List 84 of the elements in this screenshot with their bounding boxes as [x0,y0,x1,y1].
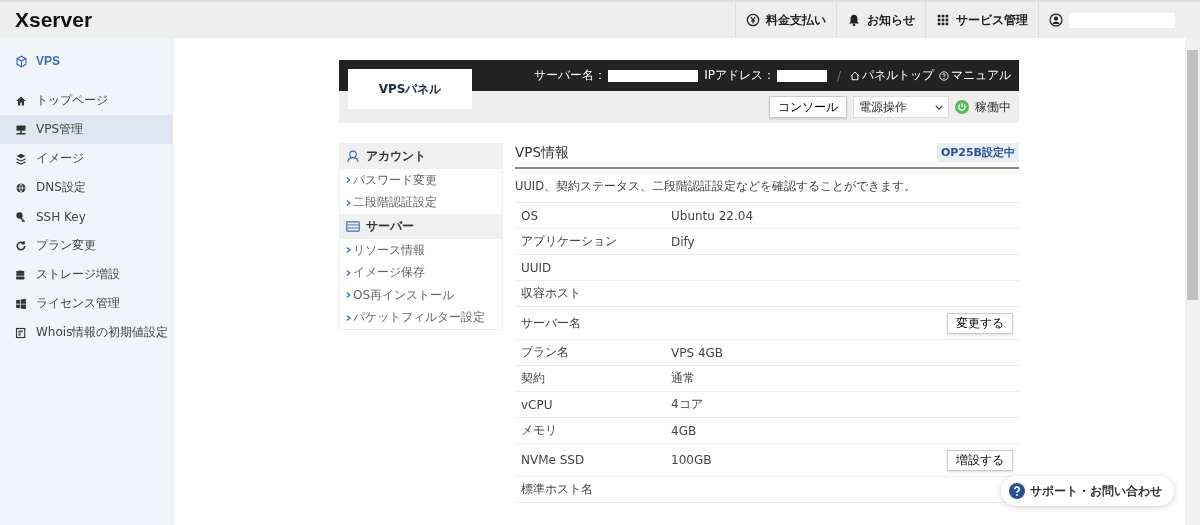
field-label: 収容ホスト [521,285,582,302]
field-label: サーバー名 [521,314,582,332]
field-label: 標準ホスト名 [521,481,594,498]
field-value: 通常 [671,370,695,387]
home-icon [15,94,27,107]
windows-icon [15,297,27,310]
sidebar-item[interactable]: ライセンス管理 [0,289,172,318]
monitor-icon [15,123,27,136]
section-title: VPS情報 [515,143,569,162]
logo[interactable]: Xserver [0,8,93,32]
caret-icon [346,313,351,322]
sidebar-item[interactable]: Whois情報の初期値設定 [0,318,172,347]
status-text: 稼働中 [975,98,1011,116]
field-value: 4GB [671,423,697,438]
menu-link[interactable]: 二段階認証設定 [340,191,502,214]
header-menu-item[interactable]: お知らせ [836,2,925,38]
sidebar-title: VPS [36,54,60,68]
field-value: VPS 4GB [671,345,724,360]
support-button[interactable]: サポート・お問い合わせ [1001,476,1174,506]
caret-icon [346,268,351,277]
header-menu-item[interactable]: 料金支払い [735,2,836,38]
globe-icon [15,181,27,194]
menu-link[interactable]: イメージ保存 [340,261,502,284]
sidebar-item[interactable]: イメージ [0,144,172,173]
bell-icon [847,13,861,27]
panel-link[interactable]: パネルトップ [850,67,934,84]
field-label: OS [521,208,540,223]
menu-link[interactable]: パスワード変更 [340,169,502,192]
row-action-button[interactable]: 増設する [947,449,1013,471]
ip-address-label: IPアドレス： [704,67,775,84]
server-icon [346,220,360,233]
field-label: アプリケーション [521,233,618,250]
menu-link[interactable]: パケットフィルター設定 [340,306,502,329]
server-name-label: サーバー名： [534,67,607,84]
field-label: 契約 [521,370,546,387]
caret-icon [346,246,351,255]
separator: / [836,68,841,83]
row-action-button[interactable]: 変更する [947,312,1013,334]
grid-icon [936,13,950,27]
header-menu-item[interactable]: サービス管理 [925,2,1038,38]
caret-icon [346,198,351,207]
yen-icon [746,13,760,27]
caret-icon [346,176,351,185]
sidebar-item[interactable]: プラン変更 [0,231,172,260]
field-label: プラン名 [521,344,570,361]
scrollbar[interactable] [1185,38,1200,525]
sidebar-item[interactable]: SSH Key [0,202,172,231]
field-value: 4コア [671,396,703,413]
sidebar-item[interactable]: DNS設定 [0,173,172,202]
redacted-field [776,69,827,82]
person-icon [346,150,360,163]
field-label: vCPU [521,397,554,412]
database-icon [15,268,27,281]
help-icon [939,70,949,81]
layers-icon [15,152,27,165]
panel-link[interactable]: マニュアル [939,67,1011,84]
key-icon [15,210,27,223]
panel-title: VPSパネル [348,69,472,109]
field-value: Ubuntu 22.04 [671,208,754,223]
menu-group-header: サーバー [366,218,414,235]
menu-link[interactable]: リソース情報 [340,239,502,262]
home-icon [850,70,860,81]
menu-group-header: アカウント [366,148,426,165]
status-badge: OP25B設定中 [936,143,1019,162]
help-icon [1009,483,1025,499]
caret-icon [346,291,351,300]
field-label: NVMe SSD [521,453,586,467]
refresh-icon [15,239,27,252]
power-dropdown[interactable]: 電源操作 [853,96,949,118]
cube-icon [15,54,28,68]
sidebar-item[interactable]: トップページ [0,86,172,115]
field-label: メモリ [521,422,558,439]
sidebar-item[interactable]: VPS管理 [0,115,172,144]
console-button[interactable]: コンソール [769,96,847,118]
field-value: 100GB [671,453,712,467]
document-icon [15,326,27,339]
power-icon [955,100,969,114]
user-icon[interactable] [1049,13,1063,27]
field-label: UUID [521,260,553,275]
sidebar-item[interactable]: ストレージ増設 [0,260,172,289]
chevron-icon [935,104,943,110]
field-value: Dify [671,234,695,249]
menu-link[interactable]: OS再インストール [340,284,502,307]
section-description: UUID、契約ステータス、二段階認証設定などを確認することができます。 [515,169,1019,203]
